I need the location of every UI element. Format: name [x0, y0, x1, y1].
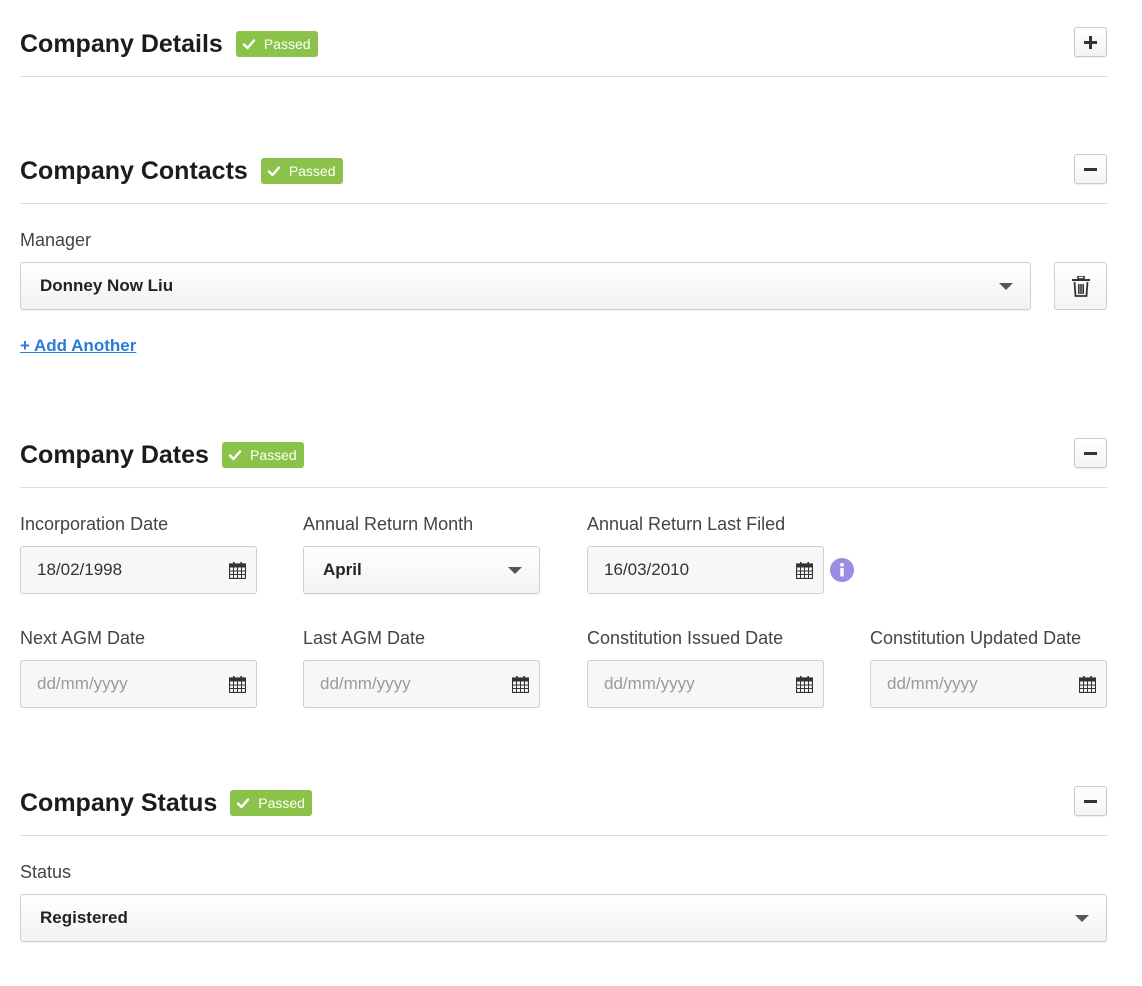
- chevron-down-icon: [508, 567, 522, 574]
- manager-select-value: Donney Now Liu: [40, 276, 174, 295]
- constitution-updated-date-input[interactable]: [871, 661, 1071, 707]
- chevron-down-icon: [1075, 915, 1089, 922]
- section-title-wrap: Company Details Passed: [20, 29, 318, 59]
- annual-return-last-filed-input[interactable]: [588, 547, 788, 593]
- badge-label: Passed: [288, 163, 336, 179]
- constitution-issued-date-input[interactable]: [588, 661, 788, 707]
- constitution-issued-date-label: Constitution Issued Date: [587, 628, 784, 648]
- minus-icon: [1084, 167, 1097, 171]
- section-title: Company Dates: [20, 441, 209, 469]
- plus-icon: [1084, 35, 1097, 49]
- constitution-issued-date-field: [587, 660, 824, 708]
- section-company-dates: Company Dates Passed: [20, 438, 1107, 488]
- check-icon: [228, 450, 242, 461]
- incorporation-date-field: [20, 546, 257, 594]
- minus-icon: [1084, 451, 1097, 455]
- collapse-button[interactable]: [1074, 438, 1107, 468]
- status-label: Status: [20, 862, 72, 882]
- status-select-value: Registered: [40, 908, 128, 927]
- section-title-wrap: Company Dates Passed: [20, 440, 304, 470]
- delete-contact-button[interactable]: [1054, 262, 1107, 310]
- next-agm-date-label: Next AGM Date: [20, 628, 146, 648]
- calendar-icon[interactable]: [796, 676, 813, 693]
- constitution-updated-date-field: [870, 660, 1107, 708]
- incorporation-date-label: Incorporation Date: [20, 514, 169, 534]
- add-another-link[interactable]: + Add Another: [20, 336, 136, 356]
- expand-button[interactable]: [1074, 27, 1107, 57]
- next-agm-date-field: [20, 660, 257, 708]
- status-badge: Passed: [260, 158, 343, 184]
- check-icon: [267, 166, 281, 177]
- badge-label: Passed: [249, 447, 297, 463]
- section-title: Company Details: [20, 30, 223, 58]
- next-agm-date-input[interactable]: [21, 661, 221, 707]
- calendar-icon[interactable]: [1079, 676, 1096, 693]
- status-badge: Passed: [235, 31, 318, 57]
- calendar-icon[interactable]: [796, 562, 813, 579]
- section-title: Company Contacts: [20, 157, 248, 185]
- incorporation-date-input[interactable]: [21, 547, 221, 593]
- manager-label: Manager: [20, 230, 92, 250]
- chevron-down-icon: [999, 283, 1013, 290]
- annual-return-last-filed-label: Annual Return Last Filed: [587, 514, 786, 534]
- manager-select[interactable]: Donney Now Liu: [20, 262, 1031, 310]
- last-agm-date-input[interactable]: [304, 661, 504, 707]
- annual-return-month-select[interactable]: April: [303, 546, 540, 594]
- collapse-button[interactable]: [1074, 786, 1107, 816]
- badge-label: Passed: [258, 795, 305, 811]
- section-title: Company Status: [20, 789, 218, 817]
- annual-return-month-value: April: [323, 560, 362, 579]
- calendar-icon[interactable]: [512, 676, 529, 693]
- constitution-updated-date-label: Constitution Updated Date: [870, 628, 1082, 648]
- trash-icon: [1071, 275, 1090, 297]
- section-title-wrap: Company Status Passed: [20, 788, 312, 818]
- section-company-contacts: Company Contacts Passed: [20, 154, 1107, 204]
- calendar-icon[interactable]: [229, 562, 246, 579]
- check-icon: [242, 39, 256, 50]
- status-badge: Passed: [230, 790, 312, 816]
- status-badge: Passed: [221, 442, 304, 468]
- last-agm-date-label: Last AGM Date: [303, 628, 426, 648]
- status-select[interactable]: Registered: [20, 894, 1107, 942]
- annual-return-month-label: Annual Return Month: [303, 514, 474, 534]
- minus-icon: [1084, 799, 1097, 803]
- section-company-details: Company Details Passed: [20, 27, 1107, 77]
- check-icon: [237, 798, 250, 809]
- info-icon[interactable]: [830, 558, 854, 582]
- calendar-icon[interactable]: [229, 676, 246, 693]
- annual-return-last-filed-field: [587, 546, 824, 594]
- badge-label: Passed: [263, 36, 311, 52]
- info-glyph: [840, 562, 844, 577]
- section-title-wrap: Company Contacts Passed: [20, 156, 343, 186]
- collapse-button[interactable]: [1074, 154, 1107, 184]
- last-agm-date-field: [303, 660, 540, 708]
- section-company-status: Company Status Passed: [20, 786, 1107, 836]
